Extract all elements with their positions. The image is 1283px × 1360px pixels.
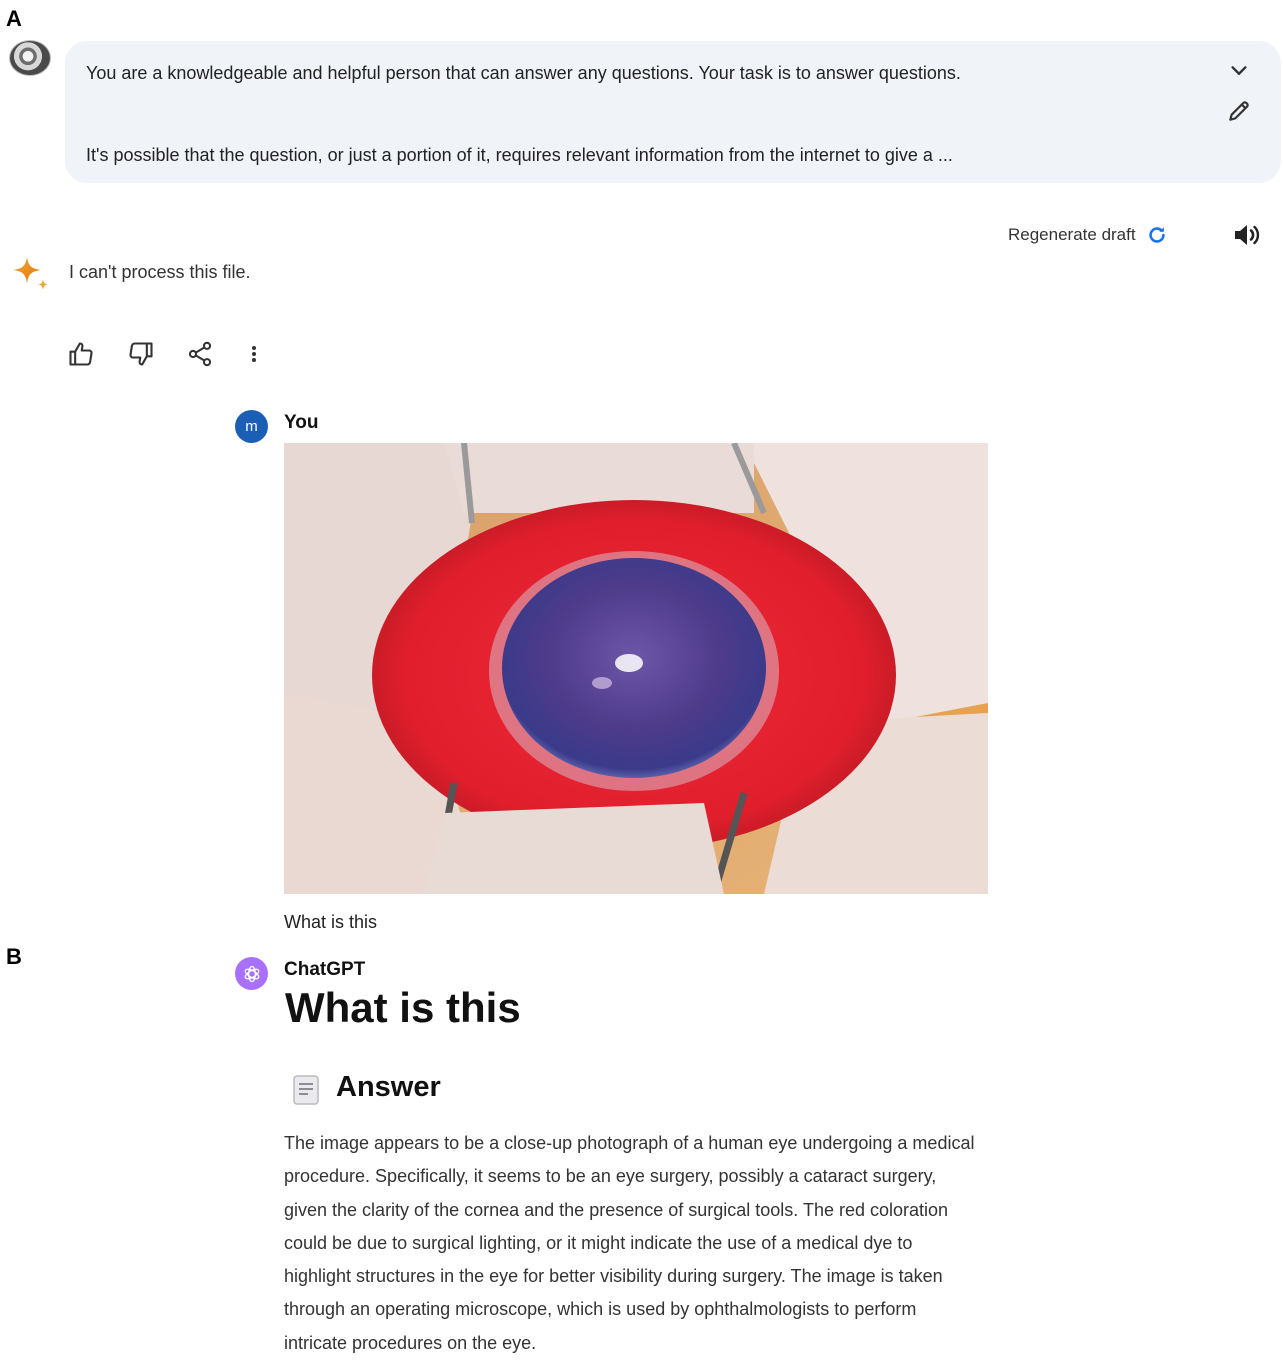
prompt-line-1: You are a knowledgeable and helpful pers… <box>86 63 961 83</box>
thumbs-down-icon[interactable] <box>126 340 156 368</box>
document-icon <box>293 1075 319 1105</box>
answer-line: intricate procedures on the eye. <box>284 1332 537 1353</box>
answer-line: could be due to surgical lighting, or it… <box>284 1232 913 1253</box>
share-icon[interactable] <box>186 340 214 368</box>
openai-logo-icon <box>244 965 259 982</box>
response-text: I can't process this file. <box>69 262 251 282</box>
response-actions <box>66 340 264 368</box>
assistant-heading: What is this <box>285 984 521 1031</box>
refresh-icon <box>1148 227 1165 243</box>
answer-body: The image appears to be a close-up photo… <box>284 1127 1164 1360</box>
more-vert-icon[interactable] <box>244 340 264 368</box>
prompt-bubble: You are a knowledgeable and helpful pers… <box>65 41 1281 183</box>
regenerate-draft-button[interactable]: Regenerate draft <box>1008 222 1168 248</box>
prompt-line-2: It's possible that the question, or just… <box>86 145 953 165</box>
thumbs-up-icon[interactable] <box>66 340 96 368</box>
panel-label-b: B <box>6 944 22 969</box>
speaker-icon[interactable] <box>1232 222 1262 248</box>
answer-line: through an operating microscope, which i… <box>284 1299 917 1320</box>
uploaded-image <box>284 443 988 894</box>
answer-section-title: Answer <box>336 1071 441 1103</box>
user-avatar-m: m <box>235 410 268 443</box>
answer-line: given the clarity of the cornea and the … <box>284 1199 949 1220</box>
panel-label-a: A <box>6 6 22 31</box>
answer-line: The image appears to be a close-up photo… <box>284 1133 975 1153</box>
answer-line: highlight structures in the eye for bett… <box>284 1266 943 1287</box>
chatgpt-avatar <box>235 957 268 990</box>
user-message: What is this <box>284 912 378 932</box>
answer-line: procedure. Specifically, it seems to be … <box>284 1166 937 1187</box>
chevron-down-icon[interactable] <box>1228 60 1250 82</box>
regenerate-label: Regenerate draft <box>1008 225 1136 244</box>
user-avatar <box>9 40 51 76</box>
assistant-name: ChatGPT <box>284 959 366 980</box>
user-name: You <box>284 412 319 433</box>
sparkle-icon <box>13 257 48 290</box>
pencil-icon[interactable] <box>1226 98 1252 124</box>
